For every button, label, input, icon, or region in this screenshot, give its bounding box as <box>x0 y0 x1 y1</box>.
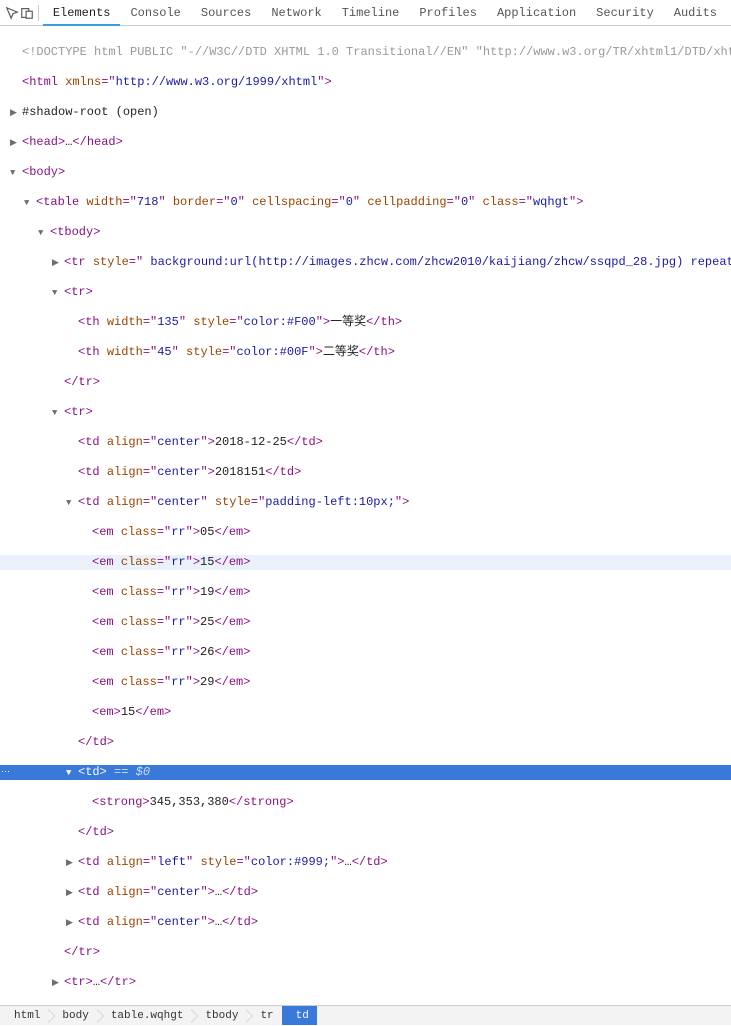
head-tag[interactable]: <head>…</head> <box>0 135 731 150</box>
gutter-dots-icon: ⋯ <box>0 765 12 780</box>
inspect-icon[interactable] <box>4 0 19 26</box>
expand-icon[interactable] <box>10 135 20 151</box>
th-1[interactable]: <th width="135" style="color:#F00">一等奖</… <box>0 315 731 330</box>
tr-close-2[interactable]: </tr> <box>0 945 731 960</box>
expand-icon[interactable] <box>52 255 62 271</box>
html-tag[interactable]: <html xmlns="http://www.w3.org/1999/xhtm… <box>0 75 731 90</box>
tab-sources[interactable]: Sources <box>191 0 261 26</box>
body-tag[interactable]: <body> <box>0 165 731 180</box>
tr-open-2[interactable]: <tr> <box>0 405 731 420</box>
td-selected[interactable]: ⋯<td> == $0 <box>0 765 731 780</box>
crumb-td[interactable]: td <box>282 1006 317 1025</box>
dom-tree[interactable]: <!DOCTYPE html PUBLIC "-//W3C//DTD XHTML… <box>0 26 731 1005</box>
crumb-table[interactable]: table.wqhgt <box>97 1006 192 1025</box>
td-center-b[interactable]: <td align="center">…</td> <box>0 915 731 930</box>
td-close-2[interactable]: </td> <box>0 825 731 840</box>
crumb-html[interactable]: html <box>0 1006 48 1025</box>
collapse-icon[interactable] <box>66 495 76 511</box>
separator <box>38 5 39 21</box>
tab-audits[interactable]: Audits <box>664 0 727 26</box>
expand-icon[interactable] <box>66 855 76 871</box>
tab-timeline[interactable]: Timeline <box>332 0 410 26</box>
tab-application[interactable]: Application <box>487 0 586 26</box>
td-close[interactable]: </td> <box>0 735 731 750</box>
collapse-icon[interactable] <box>38 225 48 241</box>
doctype-line: <!DOCTYPE html PUBLIC "-//W3C//DTD XHTML… <box>22 45 731 59</box>
strong-val[interactable]: <strong>345,353,380</strong> <box>0 795 731 810</box>
panel-tabs: Elements Console Sources Network Timelin… <box>43 0 727 26</box>
collapse-icon[interactable] <box>52 285 62 301</box>
expand-icon[interactable] <box>66 915 76 931</box>
tab-console[interactable]: Console <box>120 0 190 26</box>
breadcrumb: html body table.wqhgt tbody tr td <box>0 1005 731 1025</box>
tab-network[interactable]: Network <box>261 0 331 26</box>
em-25[interactable]: <em class="rr">25</em> <box>0 615 731 630</box>
expand-icon[interactable] <box>10 105 20 121</box>
table-tag[interactable]: <table width="718" border="0" cellspacin… <box>0 195 731 210</box>
em-blue[interactable]: <em>15</em> <box>0 705 731 720</box>
expand-icon[interactable] <box>52 975 62 991</box>
th-2[interactable]: <th width="45" style="color:#00F">二等奖</t… <box>0 345 731 360</box>
device-toggle-icon[interactable] <box>19 0 34 26</box>
shadow-root[interactable]: #shadow-root (open) <box>0 105 731 120</box>
collapse-icon[interactable] <box>24 195 34 211</box>
crumb-tr[interactable]: tr <box>246 1006 281 1025</box>
em-15-hover[interactable]: <em class="rr">15</em> <box>0 555 731 570</box>
expand-icon[interactable] <box>66 885 76 901</box>
collapse-icon[interactable] <box>66 765 76 781</box>
em-19[interactable]: <em class="rr">19</em> <box>0 585 731 600</box>
em-29[interactable]: <em class="rr">29</em> <box>0 675 731 690</box>
tbody-tag[interactable]: <tbody> <box>0 225 731 240</box>
tr-open[interactable]: <tr> <box>0 285 731 300</box>
collapse-icon[interactable] <box>10 165 20 181</box>
tr-close[interactable]: </tr> <box>0 375 731 390</box>
collapse-icon[interactable] <box>52 405 62 421</box>
devtools-toolbar: Elements Console Sources Network Timelin… <box>0 0 731 26</box>
crumb-tbody[interactable]: tbody <box>191 1006 246 1025</box>
tab-profiles[interactable]: Profiles <box>409 0 487 26</box>
td-left[interactable]: <td align="left" style="color:#999;">…</… <box>0 855 731 870</box>
tr-bg[interactable]: <tr style=" background:url(http://images… <box>0 255 731 270</box>
tr-more[interactable]: <tr>…</tr> <box>0 975 731 990</box>
td-center-a[interactable]: <td align="center">…</td> <box>0 885 731 900</box>
em-26[interactable]: <em class="rr">26</em> <box>0 645 731 660</box>
tab-security[interactable]: Security <box>586 0 664 26</box>
td-issue[interactable]: <td align="center">2018151</td> <box>0 465 731 480</box>
td-date[interactable]: <td align="center">2018-12-25</td> <box>0 435 731 450</box>
em-05[interactable]: <em class="rr">05</em> <box>0 525 731 540</box>
td-nums[interactable]: <td align="center" style="padding-left:1… <box>0 495 731 510</box>
tab-elements[interactable]: Elements <box>43 0 121 26</box>
crumb-body[interactable]: body <box>48 1006 96 1025</box>
